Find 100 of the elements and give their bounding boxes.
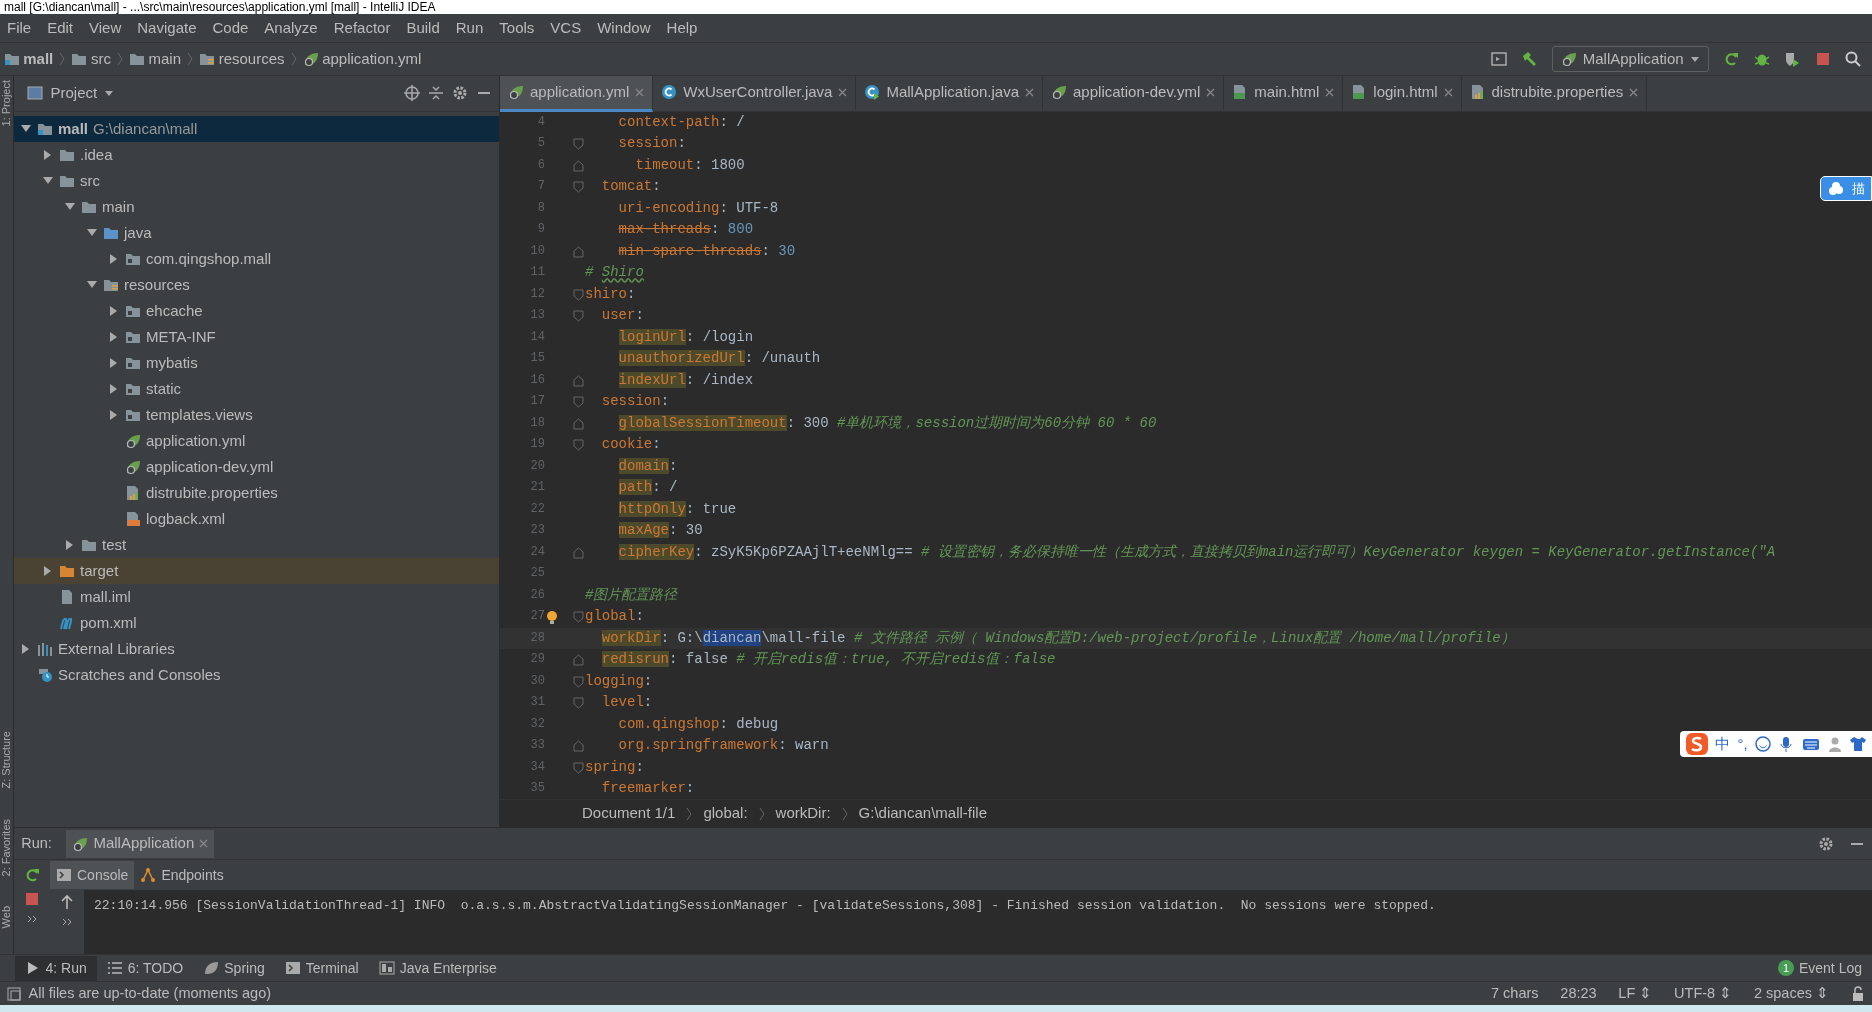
tree-item[interactable]: resources: [14, 271, 499, 298]
menu-item[interactable]: Tools: [492, 14, 542, 42]
fold-marker-icon[interactable]: [573, 245, 584, 258]
editor-tab[interactable]: distrubite.properties: [1461, 75, 1648, 112]
console-tab[interactable]: Console: [50, 861, 135, 890]
tree-item[interactable]: com.qingshop.mall: [14, 245, 499, 272]
fold-marker-icon[interactable]: [573, 654, 584, 667]
tree-item[interactable]: .idea: [14, 141, 499, 168]
tree-item[interactable]: mybatis: [14, 349, 499, 376]
fold-marker-icon[interactable]: [573, 396, 584, 409]
fold-marker-icon[interactable]: [573, 697, 584, 710]
tool-window-button[interactable]: Java Enterprise: [368, 955, 507, 981]
fold-marker-icon[interactable]: [573, 761, 584, 774]
tree-item[interactable]: distrubite.properties: [14, 479, 499, 506]
stop-icon[interactable]: [24, 890, 40, 907]
status-item[interactable]: 7 chars: [1491, 982, 1539, 1005]
rerun-icon[interactable]: [1723, 51, 1740, 67]
menu-item[interactable]: VCS: [543, 14, 589, 42]
tree-item[interactable]: src: [14, 167, 499, 194]
punctuation-toggle[interactable]: °,: [1737, 732, 1748, 756]
close-icon[interactable]: [635, 87, 645, 97]
menu-item[interactable]: Analyze: [257, 14, 325, 42]
fold-marker-icon[interactable]: [573, 374, 584, 387]
panel-toggle-icon[interactable]: [7, 986, 22, 1001]
tree-item[interactable]: templates.views: [14, 401, 499, 428]
tool-window-button[interactable]: 2: Favorites: [0, 814, 15, 881]
fold-marker-icon[interactable]: [573, 439, 584, 452]
more-icon[interactable]: [62, 917, 72, 928]
breadcrumb-item[interactable]: main: [128, 47, 182, 71]
more-icon[interactable]: [27, 913, 37, 924]
status-item[interactable]: UTF-8 ⇕: [1674, 982, 1733, 1005]
menu-item[interactable]: Navigate: [130, 14, 204, 42]
microphone-icon[interactable]: [1778, 735, 1795, 752]
smiley-icon[interactable]: [1755, 735, 1771, 752]
breadcrumb-item[interactable]: global:: [703, 802, 748, 825]
project-view-dropdown[interactable]: Project: [21, 81, 121, 106]
run-configuration-dropdown[interactable]: MallApplication: [1551, 46, 1709, 72]
tree-item[interactable]: pom.xml: [14, 609, 499, 636]
up-arrow-icon[interactable]: [59, 893, 75, 910]
tool-window-button[interactable]: 1: Project: [0, 75, 15, 131]
close-icon[interactable]: [1629, 87, 1639, 97]
tree-item[interactable]: META-INF: [14, 323, 499, 350]
collapse-all-icon[interactable]: [427, 85, 444, 102]
tree-item[interactable]: ehcache: [14, 297, 499, 324]
tree-item[interactable]: test: [14, 531, 499, 558]
close-icon[interactable]: [838, 87, 848, 97]
close-icon[interactable]: [199, 839, 209, 849]
menu-item[interactable]: Code: [205, 14, 256, 42]
editor-tab[interactable]: application-dev.yml: [1043, 75, 1225, 112]
tree-item[interactable]: java: [14, 219, 499, 246]
run-tab[interactable]: MallApplication: [66, 829, 215, 858]
tool-window-button[interactable]: 6: TODO: [96, 955, 194, 981]
tool-window-button[interactable]: Z: Structure: [0, 727, 15, 793]
fold-marker-icon[interactable]: [573, 546, 584, 559]
lock-icon[interactable]: [1850, 985, 1865, 1002]
tool-window-button[interactable]: 4: Run: [14, 955, 97, 981]
menu-item[interactable]: Refactor: [326, 14, 398, 42]
close-icon[interactable]: [1443, 87, 1453, 97]
status-item[interactable]: 2 spaces ⇕: [1753, 982, 1829, 1005]
fold-marker-icon[interactable]: [573, 417, 584, 430]
tree-item[interactable]: static: [14, 375, 499, 402]
editor-tab[interactable]: login.html: [1343, 75, 1462, 112]
menu-item[interactable]: Run: [448, 14, 491, 42]
fold-marker-icon[interactable]: [573, 740, 584, 753]
person-icon[interactable]: [1826, 735, 1843, 752]
input-mode-toggle[interactable]: 中: [1715, 732, 1731, 756]
editor-tab[interactable]: MallApplication.java: [856, 75, 1043, 112]
close-icon[interactable]: [1325, 87, 1335, 97]
tree-item[interactable]: main: [14, 193, 499, 220]
menu-item[interactable]: Edit: [40, 14, 81, 42]
menu-item[interactable]: Build: [399, 14, 447, 42]
shirt-icon[interactable]: [1850, 735, 1866, 752]
breadcrumb-item[interactable]: workDir:: [775, 802, 831, 825]
tree-item[interactable]: mall G:\diancan\mall: [14, 115, 499, 142]
settings-icon[interactable]: [1818, 835, 1835, 852]
locate-icon[interactable]: [403, 85, 420, 102]
breadcrumb-item[interactable]: resources: [199, 47, 285, 71]
breadcrumb-item[interactable]: G:\diancan\mall-file: [858, 802, 987, 825]
menu-item[interactable]: File: [0, 14, 39, 42]
tree-item[interactable]: target: [14, 557, 499, 584]
tree-item[interactable]: logback.xml: [14, 505, 499, 532]
tool-window-button[interactable]: Web: [0, 901, 15, 933]
fold-marker-icon[interactable]: [573, 138, 584, 151]
close-icon[interactable]: [1206, 87, 1216, 97]
fold-marker-icon[interactable]: [573, 288, 584, 301]
menu-item[interactable]: View: [82, 14, 129, 42]
event-log-button[interactable]: 1 Event Log: [1767, 955, 1872, 981]
tool-window-button[interactable]: Terminal: [274, 955, 369, 981]
tree-item[interactable]: application-dev.yml: [14, 453, 499, 480]
hammer-icon[interactable]: [1521, 51, 1538, 67]
fold-marker-icon[interactable]: [573, 181, 584, 194]
breadcrumb-item[interactable]: application.yml: [302, 47, 422, 71]
breadcrumb-item[interactable]: src: [71, 47, 111, 71]
terminal-window-icon[interactable]: [1490, 51, 1507, 67]
fold-marker-icon[interactable]: [573, 310, 584, 323]
console-tab[interactable]: Endpoints: [134, 861, 230, 890]
floating-widget[interactable]: 描: [1819, 175, 1872, 202]
breadcrumb-item[interactable]: mall: [3, 47, 54, 71]
close-icon[interactable]: [1025, 87, 1034, 97]
status-item[interactable]: LF ⇕: [1618, 982, 1653, 1005]
